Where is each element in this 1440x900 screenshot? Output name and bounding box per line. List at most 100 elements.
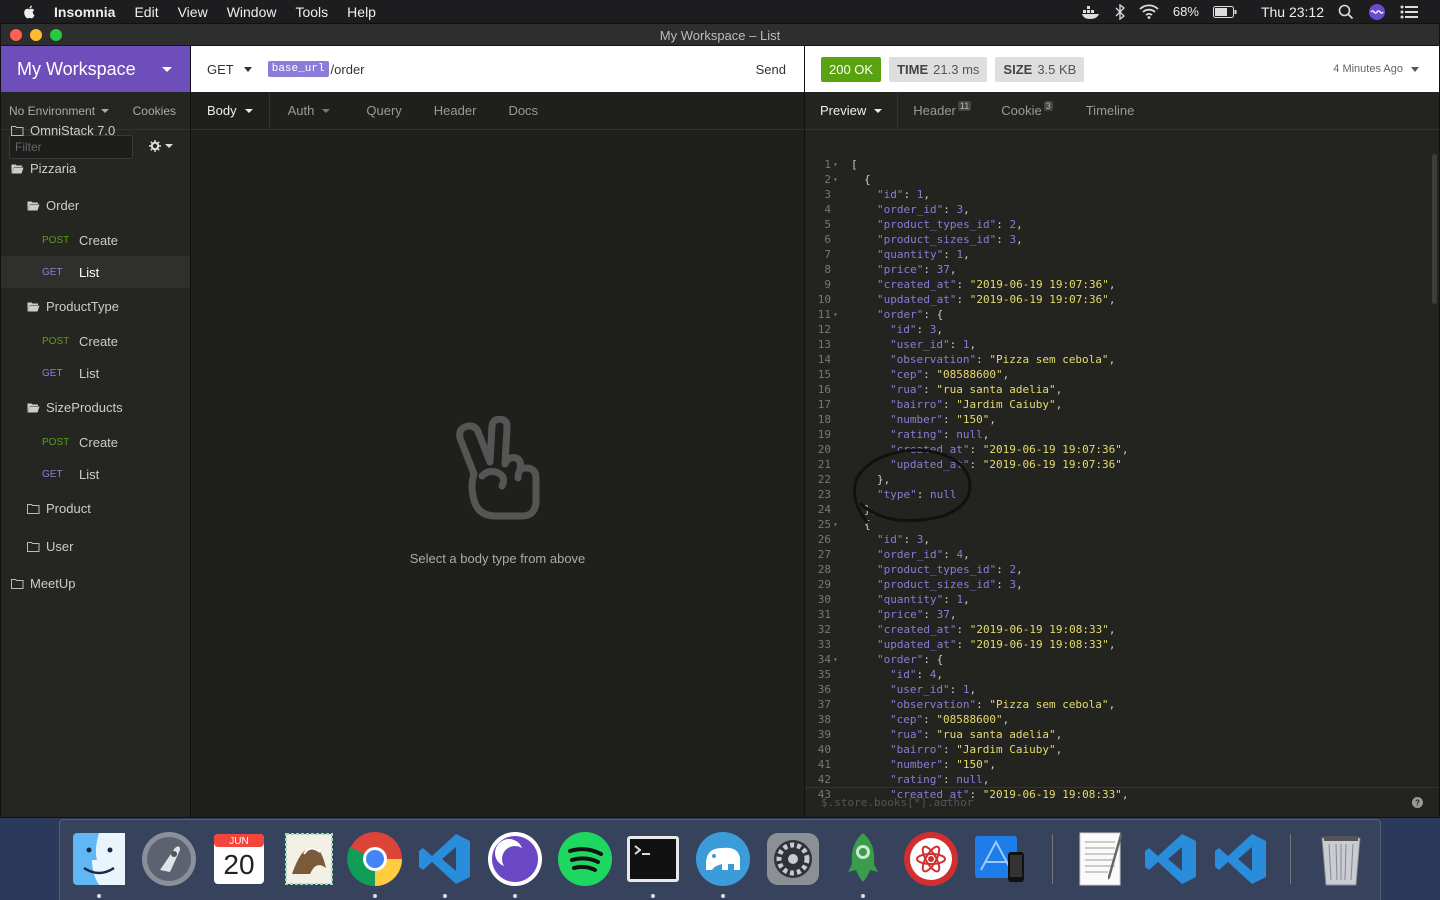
url-variable-tag[interactable]: base_url	[267, 61, 329, 77]
dock: JUN 20	[59, 819, 1381, 900]
workspace-dropdown[interactable]: My Workspace	[1, 46, 190, 92]
url-bar: GET base_url /order Send	[191, 46, 804, 92]
folder-sizeproducts[interactable]: SizeProducts	[1, 391, 190, 423]
response-history-dropdown[interactable]: 4 Minutes Ago	[1333, 63, 1419, 75]
docker-icon[interactable]	[1081, 5, 1101, 19]
tab-auth[interactable]: Auth	[270, 92, 351, 129]
tableplus-icon[interactable]	[694, 830, 752, 898]
method-badge: POST	[42, 234, 70, 246]
folder-omnistack-7-0[interactable]: OmniStack 7.0	[1, 114, 190, 146]
code-token: ,	[989, 413, 996, 426]
tab-response-header[interactable]: Header 11	[898, 92, 986, 129]
finder-icon[interactable]	[70, 830, 128, 898]
chevron-down-icon	[874, 108, 883, 113]
fold-gutter	[831, 712, 845, 727]
response-filter-input[interactable]: $.store.books[*].author	[821, 796, 973, 809]
calendar-icon[interactable]: JUN 20	[210, 830, 268, 888]
fold-toggle-icon[interactable]: ▾	[831, 307, 845, 322]
request-post-create[interactable]: POST Create	[1, 426, 190, 458]
tab-query-label: Query	[366, 103, 402, 118]
tree-item-label: Create	[79, 232, 119, 248]
notification-center-icon[interactable]	[1400, 5, 1418, 19]
folder-pizzaria[interactable]: Pizzaria	[1, 152, 190, 184]
request-post-create[interactable]: POST Create	[1, 224, 190, 256]
spotlight-search-icon[interactable]	[1338, 4, 1354, 20]
fold-toggle-icon[interactable]: ▾	[831, 652, 845, 667]
menu-edit[interactable]: Edit	[134, 4, 158, 20]
spotify-icon[interactable]	[556, 830, 614, 888]
code-content: "id": 3,	[845, 532, 930, 547]
fold-toggle-icon[interactable]: ▾	[831, 157, 845, 172]
menu-view[interactable]: View	[178, 4, 208, 20]
code-token: ,	[1108, 293, 1116, 306]
code-token: "2019-06-19 19:07:36"	[969, 278, 1109, 291]
wifi-icon[interactable]	[1139, 4, 1159, 19]
send-button[interactable]: Send	[756, 62, 786, 77]
method-dropdown[interactable]: GET	[207, 62, 252, 77]
xcode-simulator-icon[interactable]	[972, 830, 1030, 888]
code-token: "2019-06-19 19:08:33"	[969, 638, 1109, 651]
code-token: "Pizza sem cebola"	[989, 698, 1109, 711]
menu-help[interactable]: Help	[347, 4, 376, 20]
fold-toggle-icon[interactable]: ▾	[831, 517, 845, 532]
siri-icon[interactable]	[1368, 3, 1386, 21]
menu-window[interactable]: Window	[227, 4, 277, 20]
tab-timeline[interactable]: Timeline	[1068, 92, 1150, 129]
request-get-list[interactable]: GET List	[1, 458, 190, 490]
code-content: "price": 37,	[845, 607, 956, 622]
title-bar: My Workspace – List	[1, 24, 1439, 46]
menu-tools[interactable]: Tools	[295, 4, 328, 20]
fold-toggle-icon[interactable]: ▾	[831, 172, 845, 187]
system-preferences-icon[interactable]	[764, 830, 822, 888]
menu-insomnia[interactable]: Insomnia	[54, 4, 115, 20]
tab-docs[interactable]: Docs	[492, 92, 554, 129]
vscode-icon[interactable]	[416, 830, 474, 898]
code-token: ,	[1002, 368, 1010, 381]
folder-producttype[interactable]: ProductType	[1, 290, 190, 322]
code-token: "order_id"	[877, 203, 944, 216]
tab-header[interactable]: Header	[418, 92, 493, 129]
robo3t-icon[interactable]	[834, 830, 892, 898]
insomnia-icon[interactable]	[486, 830, 544, 898]
tab-body[interactable]: Body	[191, 92, 270, 129]
line-number: 13	[817, 338, 831, 351]
code-token: ,	[1121, 443, 1129, 456]
tab-preview[interactable]: Preview	[805, 92, 899, 129]
apple-menu-icon[interactable]	[20, 4, 40, 20]
terminal-icon[interactable]	[624, 830, 682, 898]
tab-preview-label: Preview	[820, 103, 867, 118]
bluetooth-icon[interactable]	[1115, 3, 1125, 20]
size-value: 3.5 KB	[1037, 61, 1077, 77]
menubar-clock[interactable]: Thu 23:12	[1261, 4, 1324, 20]
vscode-icon[interactable]	[1212, 830, 1270, 888]
folder-product[interactable]: Product	[1, 492, 190, 524]
response-filter-bar[interactable]: $.store.books[*].author	[805, 787, 1439, 817]
textedit-icon[interactable]	[1072, 830, 1130, 888]
launchpad-icon[interactable]	[140, 830, 198, 888]
response-scrollbar[interactable]	[1432, 154, 1437, 304]
code-token: "id"	[877, 188, 904, 201]
trash-icon[interactable]	[1312, 830, 1370, 888]
help-icon[interactable]: ?	[1412, 797, 1423, 808]
vscode-icon[interactable]	[1142, 830, 1200, 888]
tree-item-label: List	[79, 466, 100, 482]
folder-open-icon	[27, 201, 40, 210]
code-content: "rua": "rua santa adelia",	[845, 727, 1062, 742]
request-get-list[interactable]: GET List	[1, 256, 190, 288]
battery-icon[interactable]	[1212, 5, 1237, 18]
tab-cookie[interactable]: Cookie 3	[986, 92, 1067, 129]
request-post-create[interactable]: POST Create	[1, 325, 190, 357]
folder-order[interactable]: Order	[1, 189, 190, 221]
request-get-list[interactable]: GET List	[1, 357, 190, 389]
tab-query[interactable]: Query	[350, 92, 417, 129]
url-input[interactable]: /order	[331, 62, 365, 77]
mail-icon[interactable]	[280, 830, 338, 888]
reactotron-icon[interactable]	[902, 830, 960, 888]
chrome-icon[interactable]	[346, 830, 404, 898]
folder-user[interactable]: User	[1, 530, 190, 562]
cookie-count-badge: 3	[1043, 100, 1053, 111]
code-content: "order_id": 3,	[845, 202, 970, 217]
code-token: ,	[989, 758, 996, 771]
code-content: "created_at": "2019-06-19 19:07:36",	[845, 277, 1115, 292]
folder-meetup[interactable]: MeetUp	[1, 567, 190, 599]
